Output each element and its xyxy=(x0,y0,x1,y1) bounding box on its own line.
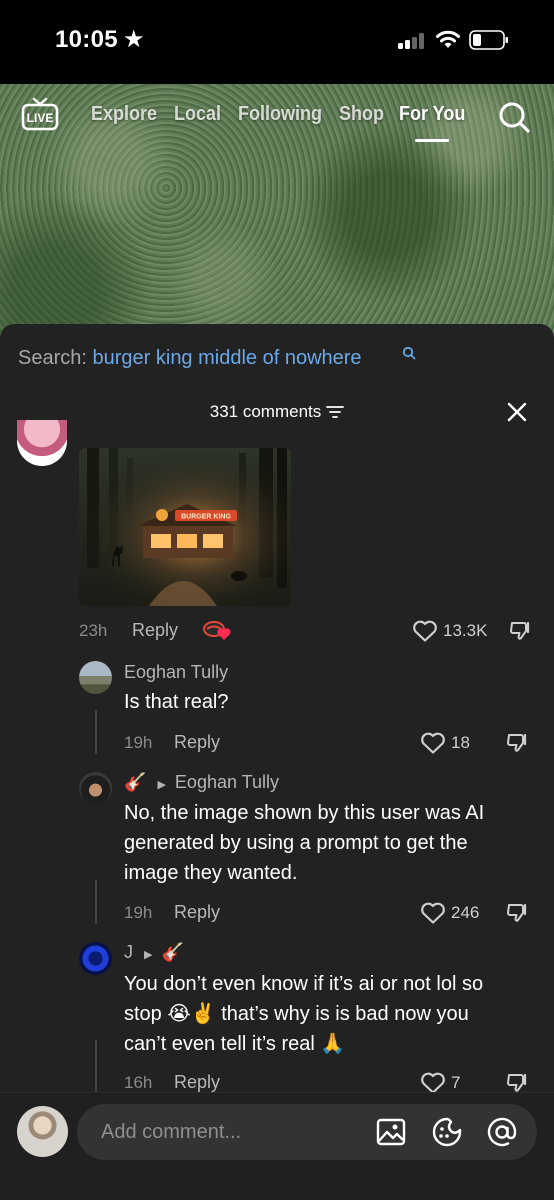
search-small-icon xyxy=(402,346,416,360)
user-emoji: 🎸 xyxy=(124,772,147,792)
my-avatar[interactable] xyxy=(17,1106,68,1157)
status-time: 10:05 xyxy=(55,26,118,53)
search-icon[interactable] xyxy=(497,100,531,134)
comment-username[interactable]: Eoghan Tully xyxy=(124,662,228,683)
comments-header: 331 comments xyxy=(0,402,554,422)
thread-line xyxy=(95,710,97,754)
reply-arrow-icon: ▶ xyxy=(144,949,153,961)
comment-text: No, the image shown by this user was AI … xyxy=(124,798,484,888)
like-count: 7 xyxy=(451,1073,461,1092)
avatar[interactable] xyxy=(79,661,112,694)
signal-icon xyxy=(398,33,426,49)
like-count: 13.3K xyxy=(443,621,488,640)
reply-arrow-icon: ▶ xyxy=(157,779,166,791)
comment-text-line: can’t even tell it’s real 🙏 xyxy=(124,1033,346,1055)
reply-button[interactable]: Reply xyxy=(174,732,220,753)
close-icon[interactable] xyxy=(505,400,529,424)
status-bar: 10:05 ★ xyxy=(0,0,554,84)
comment-username[interactable]: J ▶ 🎸 xyxy=(124,942,184,963)
tab-for-you[interactable]: For You xyxy=(399,103,465,126)
reply-button[interactable]: Reply xyxy=(132,620,178,641)
active-tab-indicator xyxy=(415,139,449,142)
comment-text-line: You don’t even know if it’s ai or not lo… xyxy=(124,973,484,995)
tab-following[interactable]: Following xyxy=(238,103,322,126)
avatar[interactable] xyxy=(79,942,112,975)
comment-time: 23h xyxy=(79,621,108,640)
search-suggestion[interactable]: Search: burger king middle of nowhere xyxy=(18,347,362,370)
mention-icon[interactable] xyxy=(486,1116,518,1148)
dislike-icon[interactable] xyxy=(508,619,532,643)
search-term-link[interactable]: burger king middle of nowhere xyxy=(93,347,362,369)
search-prefix: Search: xyxy=(18,347,87,369)
comment-text-line: No, the image shown by this user was AI xyxy=(124,802,485,824)
like-heart-icon[interactable] xyxy=(420,901,446,925)
comment-username[interactable]: 🎸 ▶ Eoghan Tully xyxy=(124,772,279,793)
like-heart-icon[interactable] xyxy=(420,731,446,755)
add-comment-placeholder[interactable]: Add comment... xyxy=(101,1121,241,1144)
thread-line xyxy=(95,1040,97,1092)
sticker-icon[interactable] xyxy=(431,1116,463,1148)
battery-icon xyxy=(469,30,508,50)
comment-text-line: generated by using a prompt to get the xyxy=(124,832,468,854)
image-icon[interactable] xyxy=(375,1116,407,1148)
like-heart-icon[interactable] xyxy=(412,619,438,643)
live-label: LIVE xyxy=(27,111,54,125)
creator-liked-icon xyxy=(203,621,231,640)
comment-image[interactable]: BURGER KING xyxy=(79,448,291,606)
tab-shop[interactable]: Shop xyxy=(339,103,384,126)
reply-to-emoji[interactable]: 🎸 xyxy=(162,942,184,962)
reply-button[interactable]: Reply xyxy=(174,902,220,923)
wifi-icon xyxy=(436,30,460,48)
comment-text-line: stop 😭✌️ that’s why is is bad now you xyxy=(124,1003,469,1025)
dislike-icon[interactable] xyxy=(505,901,529,925)
comment-time: 19h xyxy=(124,733,153,752)
like-count: 246 xyxy=(451,903,480,922)
tab-explore[interactable]: Explore xyxy=(91,103,157,126)
dislike-icon[interactable] xyxy=(505,731,529,755)
username-text[interactable]: J xyxy=(124,942,133,962)
comments-count: 331 comments xyxy=(209,402,322,421)
comment-text: You don’t even know if it’s ai or not lo… xyxy=(124,969,483,1059)
comment-time: 16h xyxy=(124,1073,153,1092)
star-icon: ★ xyxy=(123,26,145,53)
burger-king-sign: BURGER KING xyxy=(181,514,231,521)
avatar[interactable] xyxy=(79,772,112,805)
tab-local[interactable]: Local xyxy=(174,103,221,126)
comment-text-line: image they wanted. xyxy=(124,862,298,884)
thread-line xyxy=(95,880,97,924)
like-count: 18 xyxy=(451,733,470,752)
reply-button[interactable]: Reply xyxy=(174,1072,220,1093)
comment-text: Is that real? xyxy=(124,691,229,713)
comment-time: 19h xyxy=(124,903,153,922)
reply-to-username[interactable]: Eoghan Tully xyxy=(175,772,279,792)
live-icon[interactable]: LIVE xyxy=(21,97,59,131)
sort-icon[interactable] xyxy=(326,405,345,419)
